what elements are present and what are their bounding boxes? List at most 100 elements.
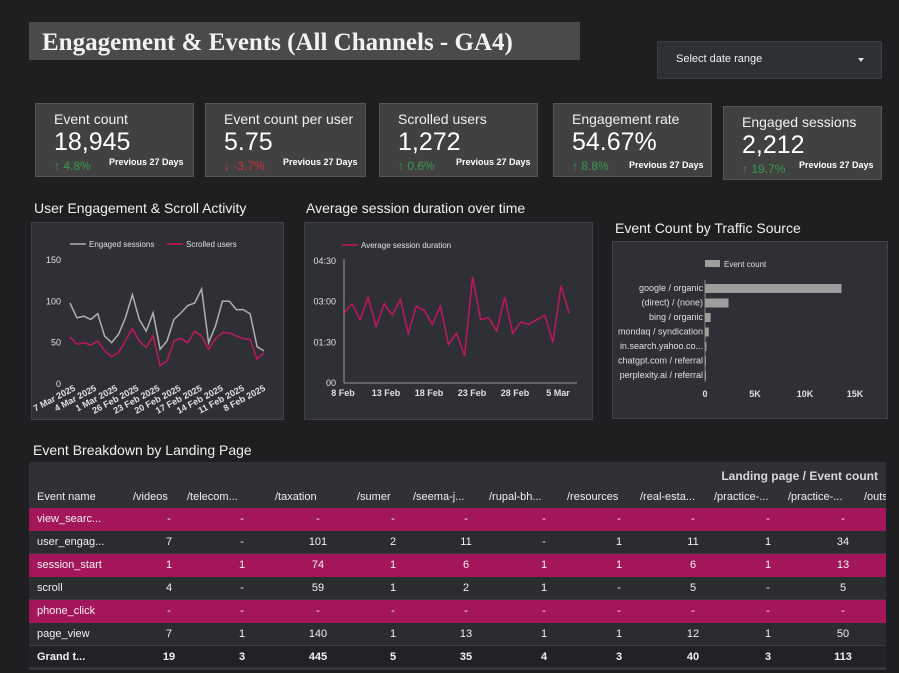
column-header[interactable]: /outs [864, 491, 886, 503]
kpi-label: Engaged sessions [742, 114, 857, 130]
category-label: in.search.yahoo.co... [620, 341, 703, 351]
x-tick-label: 23 Feb [458, 388, 487, 398]
event-name-cell: page_view [37, 628, 90, 640]
table-cell: - [766, 605, 770, 617]
column-header[interactable]: /resources [567, 491, 618, 503]
table-cell: 50 [836, 628, 850, 640]
table-cell: - [464, 513, 468, 525]
event-breakdown-table: Landing page / Event count Event name /v… [29, 462, 886, 670]
legend-label: Event count [724, 260, 767, 269]
column-header[interactable]: /practice-... [788, 491, 842, 503]
kpi-delta: ↑ 19.7% [742, 162, 786, 176]
table-cell: - [617, 513, 621, 525]
table-cell: 1 [540, 559, 548, 571]
table-cell: 3 [764, 651, 772, 663]
table-cell: 12 [686, 628, 700, 640]
table-cell: 113 [834, 651, 852, 663]
column-header[interactable]: /sumer [357, 491, 391, 503]
category-label: bing / organic [649, 312, 704, 322]
kpi-card-engaged-sessions: Engaged sessions 2,212 ↑ 19.7% Previous … [723, 106, 882, 180]
table-cell: 1 [764, 536, 772, 548]
table-cell: - [240, 582, 244, 594]
table-cell: - [841, 605, 845, 617]
date-range-dropdown[interactable]: Select date range [657, 41, 882, 79]
table-cell: 1 [615, 559, 623, 571]
table-cell: 140 [308, 628, 328, 640]
event-name-cell: session_start [37, 559, 102, 571]
table-cell: 2 [389, 536, 397, 548]
column-header[interactable]: /taxation [275, 491, 317, 503]
traffic-chart-title: Event Count by Traffic Source [615, 220, 801, 236]
kpi-delta: ↑ 0.6% [398, 159, 435, 173]
series-line [343, 276, 570, 357]
kpi-delta: ↑ 8.8% [572, 159, 609, 173]
column-header[interactable]: /seema-j... [413, 491, 464, 503]
table-cell: 7 [165, 536, 173, 548]
y-tick-label: 01:30 [313, 337, 336, 347]
bar [705, 371, 706, 380]
table-cell: 1 [389, 628, 397, 640]
table-cell: - [691, 605, 695, 617]
traffic-bar-chart: Event count google / organic (direct) / (n… [618, 260, 864, 399]
event-name-cell: scroll [37, 582, 63, 594]
table-cell: 11 [460, 536, 472, 548]
table-header-title: Landing page / Event count [721, 469, 878, 483]
table-cell: - [542, 536, 546, 548]
table-cell: - [617, 605, 621, 617]
table-cell: 1 [540, 582, 548, 594]
table-cell: 19 [162, 651, 176, 663]
column-header[interactable]: /rupal-bh... [489, 491, 542, 503]
page-title: Engagement & Events (All Channels - GA4) [42, 29, 513, 56]
engagement-line-chart: 050100150Engaged sessions Scrolled users7… [32, 240, 267, 416]
category-label: mondaq / syndication [618, 327, 703, 337]
x-tick-label: 8 Feb [331, 388, 355, 398]
bar [705, 298, 729, 308]
y-tick-label: 150 [46, 255, 61, 265]
table-cell: 40 [686, 651, 700, 663]
table-cell: 5 [839, 582, 847, 594]
table-cell: 4 [165, 582, 173, 594]
table-cell: 1 [615, 536, 623, 548]
legend-swatch [705, 260, 720, 267]
table-cell: 1 [165, 559, 173, 571]
table-cell: - [391, 605, 395, 617]
x-tick-label: 5 Mar [546, 388, 570, 398]
column-header[interactable]: /real-esta... [640, 491, 695, 503]
category-label: (direct) / (none) [641, 298, 703, 308]
table-cell: - [542, 513, 546, 525]
kpi-comparison-label: Previous 27 Days [799, 160, 874, 170]
table-cell: - [391, 513, 395, 525]
column-header[interactable]: /telecom... [187, 491, 238, 503]
table-cell: 1 [389, 582, 397, 594]
bar [705, 327, 709, 337]
series-line [69, 286, 265, 352]
engagement-chart-title: User Engagement & Scroll Activity [34, 200, 247, 216]
table-cell: 3 [238, 651, 246, 663]
arrow-up-icon: ↑ [742, 162, 752, 176]
arrow-up-icon: ↑ [398, 159, 408, 173]
table-cell: 11 [687, 536, 699, 548]
x-tick-label: 5K [749, 389, 761, 399]
column-header[interactable]: /practice-... [714, 491, 768, 503]
kpi-value: 5.75 [224, 128, 273, 156]
y-tick-label: 100 [46, 296, 61, 306]
table-cell: 1 [615, 628, 623, 640]
table-cell: - [464, 605, 468, 617]
table-cell: - [841, 513, 845, 525]
table-cell: 5 [689, 582, 697, 594]
traffic-chart-panel: Event count google / organic (direct) / (n… [612, 241, 888, 419]
kpi-card-scrolled-users: Scrolled users 1,272 ↑ 0.6% Previous 27 … [379, 103, 538, 177]
event-name-cell: user_engag... [37, 536, 105, 548]
table-cell: 445 [308, 651, 328, 663]
bar [705, 342, 707, 351]
table-title: Event Breakdown by Landing Page [33, 442, 252, 458]
event-name-cell: Grand t... [37, 651, 86, 663]
table-cell: 13 [459, 628, 473, 640]
kpi-value: 1,272 [398, 128, 461, 156]
row-header: Event name [37, 491, 96, 503]
duration-chart-title: Average session duration over time [306, 200, 526, 216]
y-tick-label: 50 [51, 338, 61, 348]
kpi-label: Event count [54, 111, 128, 127]
column-header[interactable]: /videos [133, 491, 193, 503]
date-range-label: Select date range [676, 53, 763, 65]
